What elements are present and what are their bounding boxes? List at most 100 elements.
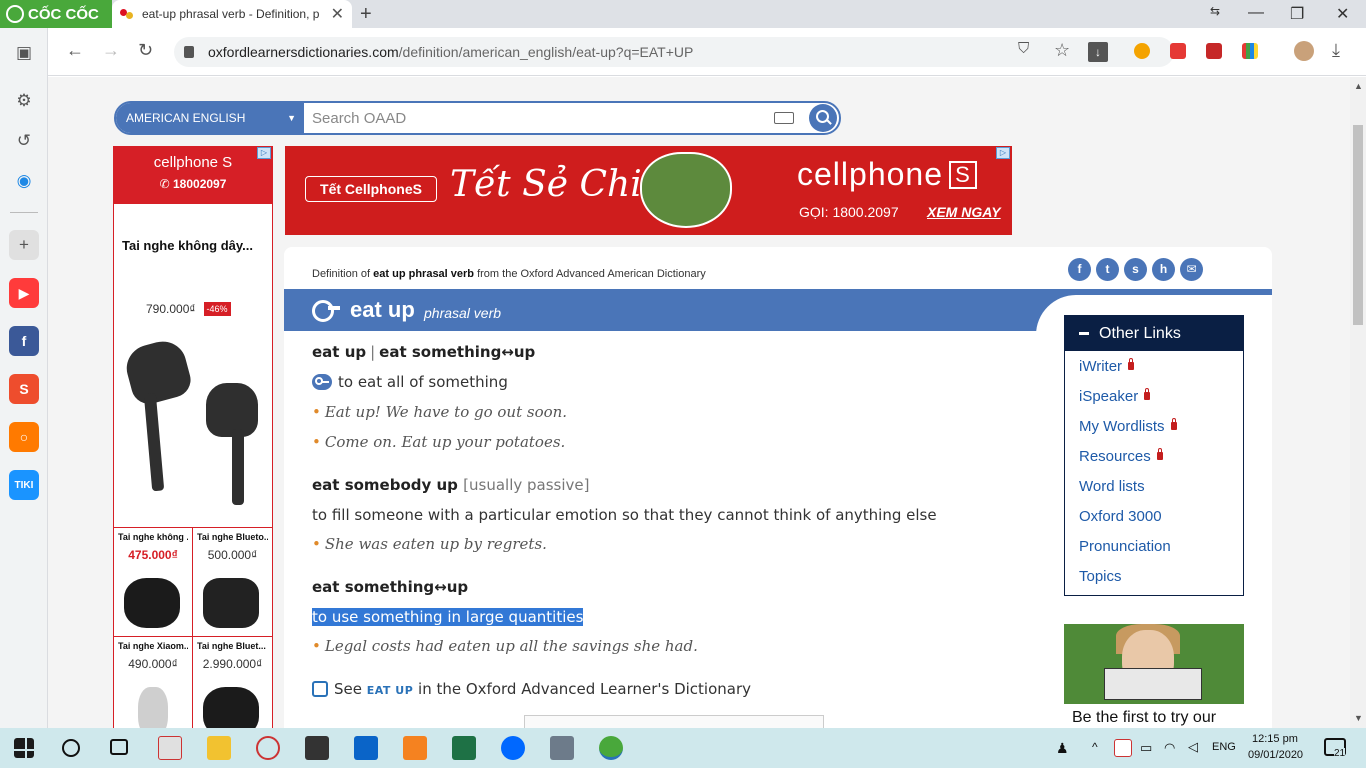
other-link-resources[interactable]: Resources bbox=[1065, 441, 1243, 471]
scrollbar-thumb[interactable] bbox=[1353, 125, 1363, 325]
stumbleupon-share-icon[interactable]: s bbox=[1124, 258, 1147, 281]
minimize-button[interactable]: — bbox=[1248, 4, 1264, 22]
clock-date[interactable]: 09/01/2020 bbox=[1248, 749, 1303, 761]
volume-icon[interactable]: ◁ bbox=[1188, 739, 1198, 755]
page-scrollbar[interactable]: ▲ ▼ bbox=[1350, 77, 1366, 728]
tiki-icon[interactable]: TIKI bbox=[9, 470, 39, 500]
language-indicator[interactable]: ENG bbox=[1212, 741, 1236, 753]
search-input[interactable]: Search OAAD bbox=[312, 110, 406, 127]
banner-cta[interactable]: XEM NGAY bbox=[927, 204, 1001, 220]
bookmark-star-icon[interactable]: ☆ bbox=[1054, 40, 1070, 61]
sidebar-toggle-icon[interactable]: ▣ bbox=[9, 38, 39, 68]
other-links-header[interactable]: Other Links bbox=[1065, 316, 1243, 351]
other-link-pronunciation[interactable]: Pronunciation bbox=[1065, 531, 1243, 561]
extension-adblock-icon[interactable] bbox=[1170, 43, 1186, 59]
app-window-icon[interactable] bbox=[550, 736, 574, 760]
bottom-advertisement[interactable] bbox=[524, 715, 824, 728]
shield-icon[interactable]: ⛉ bbox=[1018, 40, 1029, 57]
forward-arrow-icon[interactable]: → bbox=[102, 40, 120, 61]
see-also-link[interactable]: See EAT UP in the Oxford Advanced Learne… bbox=[312, 680, 751, 698]
task-view-icon[interactable] bbox=[110, 739, 128, 755]
ad-grid-item[interactable]: Tai nghe Bluet... 2.990.000₫ bbox=[193, 636, 272, 728]
settings-gear-icon[interactable]: ⚙ bbox=[9, 86, 39, 116]
oxford3000-key-icon[interactable] bbox=[312, 374, 332, 390]
sticky-notes-icon[interactable] bbox=[305, 736, 329, 760]
dictionary-entry: Definition of eat up phrasal verb from t… bbox=[284, 247, 1272, 728]
other-link-ispeaker[interactable]: iSpeaker bbox=[1065, 381, 1243, 411]
app-chart-icon[interactable] bbox=[158, 736, 182, 760]
adchoices-icon[interactable]: ▷ bbox=[257, 147, 271, 159]
foxit-pdf-icon[interactable] bbox=[403, 736, 427, 760]
search-button[interactable] bbox=[809, 104, 837, 132]
history-icon[interactable]: ↺ bbox=[9, 126, 39, 156]
ad-grid-image bbox=[203, 578, 259, 628]
search-app-icon[interactable]: ○ bbox=[9, 422, 39, 452]
ad-grid-item[interactable]: Tai nghe Xiaom... 490.000₫ bbox=[114, 636, 193, 728]
other-link-oxford-3000[interactable]: Oxford 3000 bbox=[1065, 501, 1243, 531]
facebook-icon[interactable]: f bbox=[9, 326, 39, 356]
back-arrow-icon[interactable]: ← bbox=[66, 40, 84, 61]
ad-grid-item[interactable]: Tai nghe Blueto... 500.000₫ bbox=[193, 527, 272, 636]
email-share-icon[interactable]: ✉ bbox=[1180, 258, 1203, 281]
other-link-topics[interactable]: Topics bbox=[1065, 561, 1243, 591]
profile-avatar[interactable] bbox=[1294, 41, 1314, 61]
excel-icon[interactable] bbox=[452, 736, 476, 760]
dictionary-select[interactable]: AMERICAN ENGLISH ▼ bbox=[116, 103, 304, 133]
definition-source-suffix: from the Oxford Advanced American Dictio… bbox=[474, 268, 706, 280]
promo-image[interactable] bbox=[1064, 624, 1244, 704]
tab-search-icon[interactable]: ⇆ bbox=[1210, 4, 1220, 18]
tray-v-icon[interactable] bbox=[1114, 739, 1132, 757]
twitter-share-icon[interactable]: t bbox=[1096, 258, 1119, 281]
sense1-example: • Come on. Eat up your potatoes. bbox=[312, 433, 565, 451]
tab-close-icon[interactable]: ✕ bbox=[331, 4, 344, 24]
dictionary-search-bar: AMERICAN ENGLISH ▼ Search OAAD bbox=[114, 101, 841, 135]
keyboard-icon[interactable] bbox=[774, 112, 794, 124]
facebook-share-icon[interactable]: f bbox=[1068, 258, 1091, 281]
banner-advertisement[interactable]: Tết CellphoneS Tết Sẻ Chia cellphone S GỌ… bbox=[285, 146, 1012, 235]
clock-time[interactable]: 12:15 pm bbox=[1252, 733, 1298, 745]
example-bullet: • bbox=[312, 403, 321, 421]
other-link-my-wordlists[interactable]: My Wordlists bbox=[1065, 411, 1243, 441]
extension-red-icon[interactable] bbox=[1206, 43, 1222, 59]
adchoices-icon[interactable]: ▷ bbox=[996, 147, 1010, 159]
scroll-up-arrow-icon[interactable]: ▲ bbox=[1354, 81, 1363, 91]
restore-button[interactable]: ❐ bbox=[1290, 4, 1304, 24]
scroll-down-arrow-icon[interactable]: ▼ bbox=[1354, 713, 1363, 723]
part-of-speech: phrasal verb bbox=[424, 305, 502, 321]
left-advertisement[interactable]: cellphone S ✆ 18002097 Tai nghe không dâ… bbox=[113, 146, 273, 728]
extension-colorful-icon[interactable] bbox=[1242, 43, 1258, 59]
new-tab-button[interactable]: + bbox=[360, 3, 372, 26]
coccoc-taskbar-icon[interactable] bbox=[599, 736, 623, 760]
other-link-word-lists[interactable]: Word lists bbox=[1065, 471, 1243, 501]
messenger-icon[interactable]: ◉ bbox=[9, 166, 39, 196]
snipping-icon[interactable] bbox=[256, 736, 280, 760]
add-app-icon[interactable]: + bbox=[9, 230, 39, 260]
definition-source-prefix: Definition of bbox=[312, 268, 374, 280]
download-box-icon[interactable]: ↓ bbox=[1088, 42, 1108, 62]
ad-grid-item[interactable]: Tai nghe không ... 475.000₫ bbox=[114, 527, 193, 636]
windows-start-icon[interactable] bbox=[14, 738, 34, 758]
downloads-icon[interactable]: ⤓ bbox=[1332, 40, 1340, 61]
outlook-icon[interactable] bbox=[354, 736, 378, 760]
promo-text[interactable]: Be the first to try our bbox=[1072, 709, 1216, 727]
external-link-icon bbox=[312, 681, 328, 697]
extension-chrome-icon[interactable] bbox=[1134, 43, 1150, 59]
sense1-example: • Eat up! We have to go out soon. bbox=[312, 403, 567, 421]
reload-icon[interactable]: ↻ bbox=[138, 40, 153, 61]
wifi-icon[interactable]: ◠ bbox=[1164, 740, 1175, 756]
chevron-up-icon[interactable]: ^ bbox=[1092, 740, 1098, 754]
hatena-share-icon[interactable]: h bbox=[1152, 258, 1175, 281]
youtube-icon[interactable]: ▶ bbox=[9, 278, 39, 308]
people-icon[interactable]: ♟ bbox=[1056, 740, 1069, 757]
ad-product-title[interactable]: Tai nghe không dây... bbox=[114, 204, 272, 253]
coccoc-menu-button[interactable]: CỐC CỐC bbox=[0, 0, 112, 28]
cortana-search-icon[interactable] bbox=[62, 739, 80, 757]
shopee-icon[interactable]: S bbox=[9, 374, 39, 404]
file-explorer-icon[interactable] bbox=[207, 736, 231, 760]
other-link-iwriter[interactable]: iWriter bbox=[1065, 351, 1243, 381]
battery-icon[interactable]: ▭ bbox=[1140, 740, 1152, 756]
zalo-icon[interactable] bbox=[501, 736, 525, 760]
close-window-button[interactable]: ✕ bbox=[1336, 4, 1349, 24]
ad-grid-price: 500.000₫ bbox=[207, 548, 258, 562]
browser-tab[interactable]: eat-up phrasal verb - Definition, p ✕ bbox=[112, 0, 352, 28]
